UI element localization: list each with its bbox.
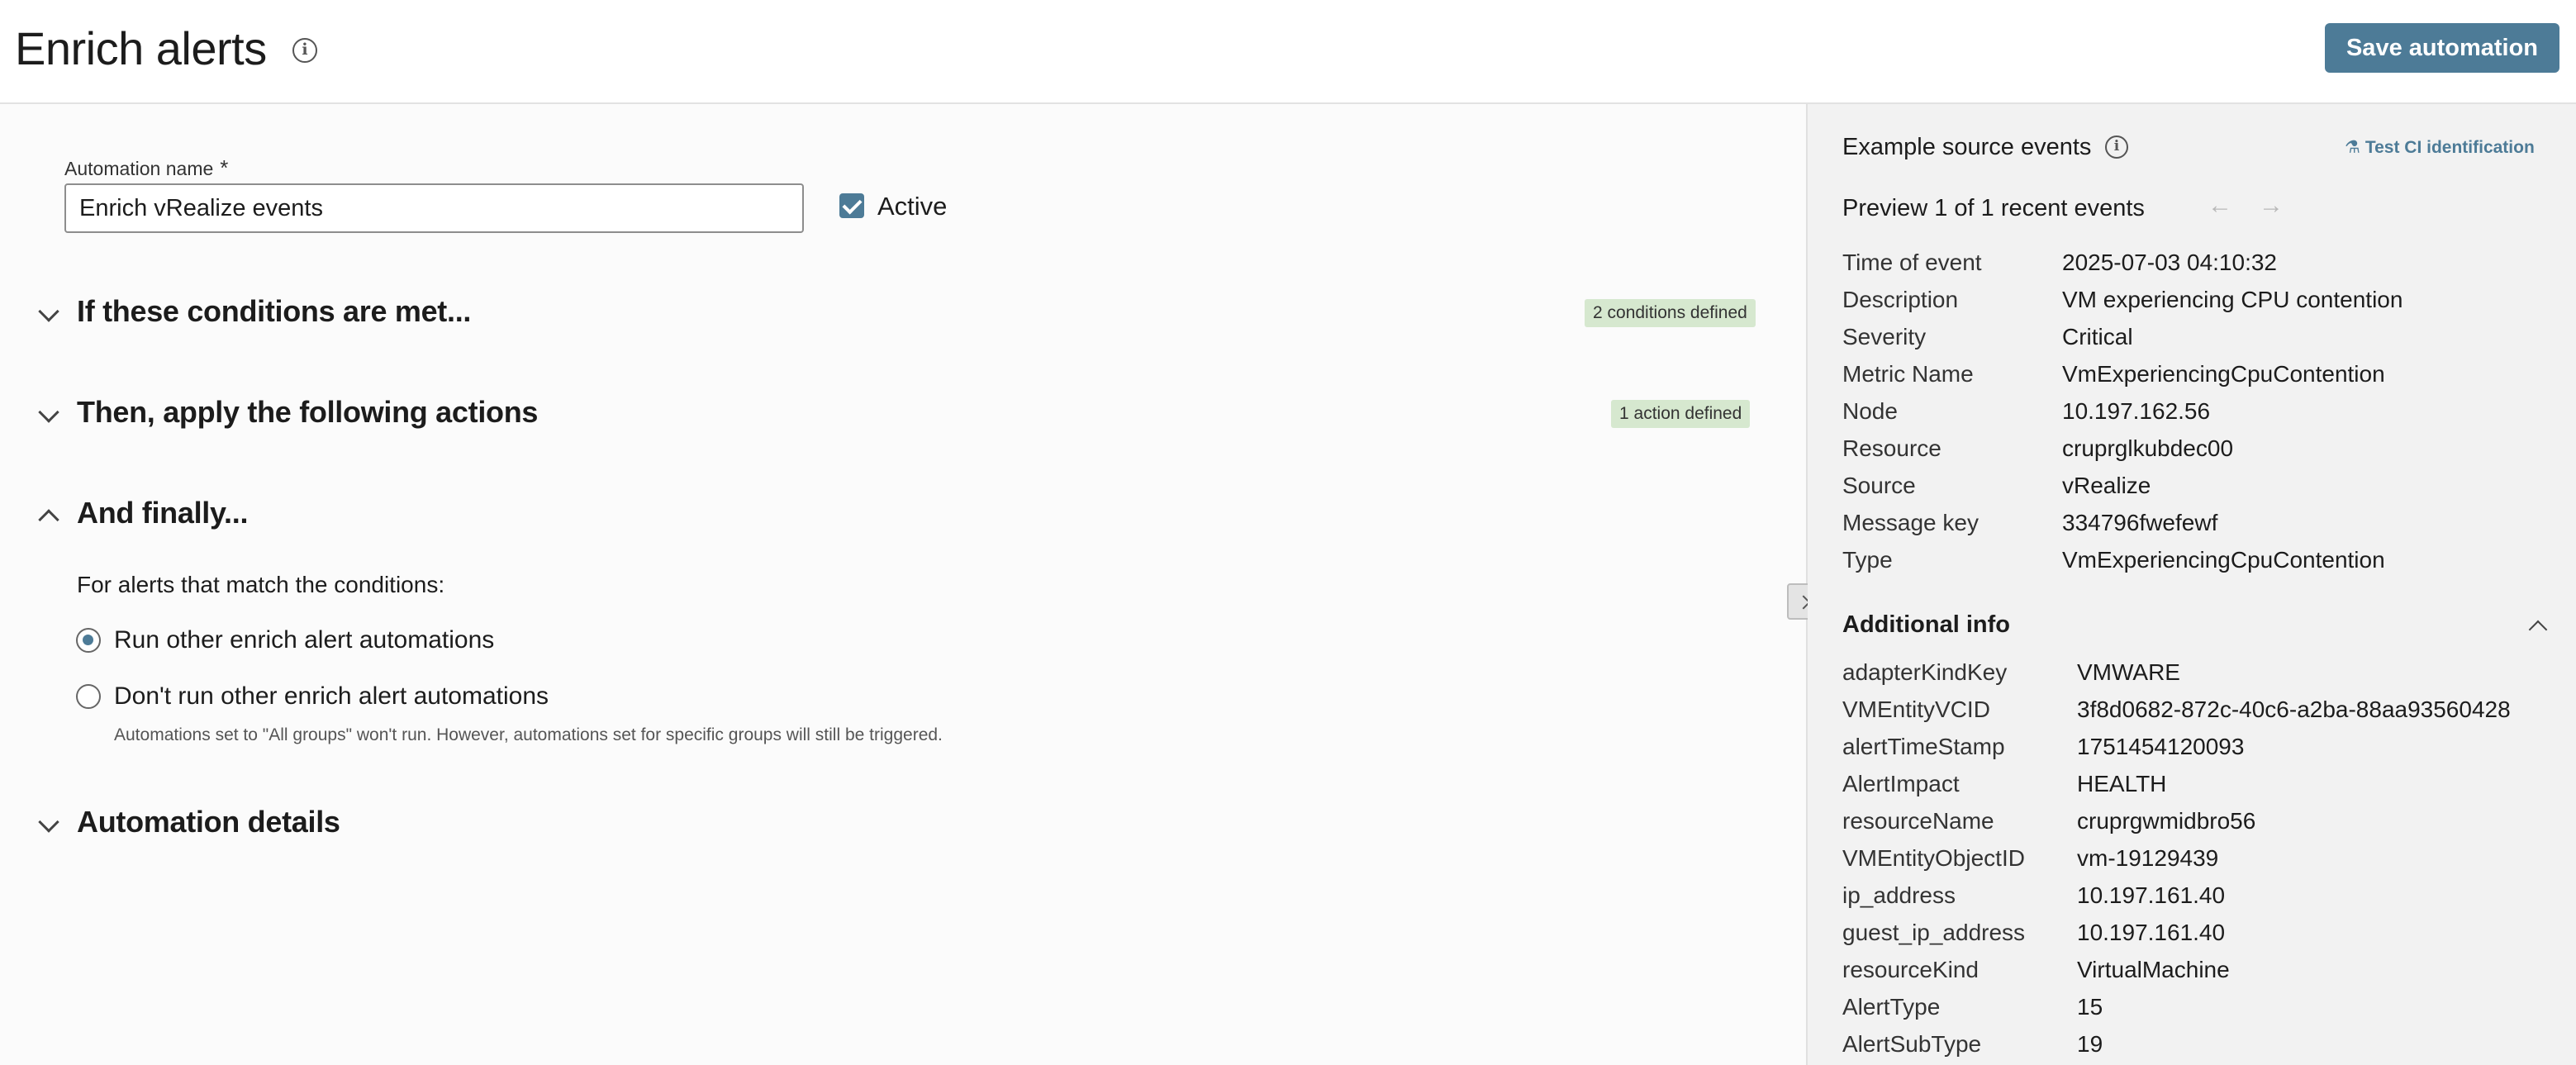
event-field-value: 3f8d0682-872c-40c6-a2ba-88aa93560428 xyxy=(2077,697,2511,722)
additional-info-title[interactable]: Additional info xyxy=(1842,611,2010,639)
event-field-key: Type xyxy=(1842,547,1893,573)
event-field-key: VMEntityVCID xyxy=(1842,697,1990,722)
chevron-up-icon xyxy=(38,509,59,530)
event-field-value: HEALTH xyxy=(2077,771,2167,796)
event-field-value: VirtualMachine xyxy=(2077,957,2230,982)
arrow-right-icon[interactable]: → xyxy=(2259,192,2284,220)
run-automations-radio[interactable] xyxy=(76,628,101,653)
event-field-value: VMWARE xyxy=(2077,659,2180,685)
test-ci-link-text: Test CI identification xyxy=(2365,138,2535,157)
active-checkbox[interactable] xyxy=(839,193,864,218)
automation-name-label-text: Automation name xyxy=(64,158,214,179)
dont-run-help-text: Automations set to "All groups" won't ru… xyxy=(114,725,943,744)
info-icon[interactable]: i xyxy=(2105,136,2128,159)
event-field-key: guest_ip_address xyxy=(1842,920,2026,945)
event-field-key: AlertImpact xyxy=(1842,771,1960,796)
event-field-value: 10.197.161.40 xyxy=(2077,882,2226,908)
save-automation-button[interactable]: Save automation xyxy=(2325,23,2559,73)
section-actions[interactable]: Then, apply the following actions 1 acti… xyxy=(0,385,1806,443)
section-actions-title: Then, apply the following actions xyxy=(77,395,539,429)
event-field-value: 10.197.162.56 xyxy=(2062,398,2211,424)
event-field-key: alertTimeStamp xyxy=(1842,734,2005,759)
event-field-key: Time of event xyxy=(1842,250,1982,275)
required-asterisk: * xyxy=(220,155,229,180)
arrow-left-icon[interactable]: ← xyxy=(2208,192,2232,220)
event-field-value: 2025-07-03 04:10:32 xyxy=(2062,250,2277,275)
example-events-panel: Example source events i ⚗ Test CI identif… xyxy=(1808,104,2576,1065)
event-field-key: adapterKindKey xyxy=(1842,659,2008,685)
section-finally-title: And finally... xyxy=(77,496,249,530)
run-automations-label[interactable]: Run other enrich alert automations xyxy=(114,626,494,654)
section-automation-details[interactable]: Automation details xyxy=(0,795,1806,853)
event-field-key: AlertType xyxy=(1842,994,1941,1020)
event-field-value: cruprgwmidbro56 xyxy=(2077,808,2256,834)
event-field-key: resourceName xyxy=(1842,808,1994,834)
event-field-key: Node xyxy=(1842,398,1898,424)
event-field-key: Description xyxy=(1842,287,1959,312)
page-header: Enrich alerts i Save automation xyxy=(0,0,2576,104)
dont-run-automations-radio[interactable] xyxy=(76,684,101,709)
info-icon[interactable]: i xyxy=(292,38,317,63)
dont-run-automations-label[interactable]: Don't run other enrich alert automations xyxy=(114,682,549,711)
automation-name-label: Automation name * xyxy=(64,155,228,181)
event-field-value: 19 xyxy=(2077,1031,2103,1057)
test-ci-identification-link[interactable]: ⚗ Test CI identification xyxy=(2345,137,2535,158)
event-field-key: VMEntityObjectID xyxy=(1842,845,2025,871)
section-details-title: Automation details xyxy=(77,805,340,839)
event-field-value: 1751454120093 xyxy=(2077,734,2245,759)
event-field-key: Severity xyxy=(1842,324,1927,349)
event-field-key: resourceKind xyxy=(1842,957,1979,982)
event-field-key: Metric Name xyxy=(1842,361,1974,387)
page-title: Enrich alerts xyxy=(15,22,267,74)
event-field-value: VmExperiencingCpuContention xyxy=(2062,361,2385,387)
automation-form-panel: Automation name * Active If these conditi… xyxy=(0,104,1806,1065)
preview-count: Preview 1 of 1 recent events xyxy=(1842,195,2145,221)
chevron-up-icon[interactable] xyxy=(2528,620,2548,639)
event-field-key: Resource xyxy=(1842,435,1942,461)
chevron-down-icon xyxy=(38,811,59,833)
event-field-value: VmExperiencingCpuContention xyxy=(2062,547,2385,573)
event-field-value: 334796fwefewf xyxy=(2062,510,2218,535)
section-conditions-title: If these conditions are met... xyxy=(77,294,472,328)
event-field-key: ip_address xyxy=(1842,882,1956,908)
event-field-value: vRealize xyxy=(2062,473,2151,498)
section-finally[interactable]: And finally... xyxy=(0,486,1806,544)
example-events-title: Example source events xyxy=(1842,134,2092,160)
event-field-key: Message key xyxy=(1842,510,1979,535)
chevron-down-icon xyxy=(38,402,59,423)
conditions-count-badge: 2 conditions defined xyxy=(1585,299,1756,327)
event-field-value: cruprglkubdec00 xyxy=(2062,435,2234,461)
event-field-key: AlertSubType xyxy=(1842,1031,1982,1057)
event-field-value: 15 xyxy=(2077,994,2103,1020)
actions-count-badge: 1 action defined xyxy=(1611,400,1751,428)
event-field-value: vm-19129439 xyxy=(2077,845,2219,871)
section-conditions[interactable]: If these conditions are met... 2 conditi… xyxy=(0,284,1806,342)
match-conditions-label: For alerts that match the conditions: xyxy=(77,572,445,597)
chevron-down-icon xyxy=(38,301,59,322)
event-field-key: Source xyxy=(1842,473,1916,498)
flask-icon: ⚗ xyxy=(2345,138,2360,157)
active-checkbox-label[interactable]: Active xyxy=(877,192,947,221)
automation-name-input[interactable] xyxy=(64,183,804,233)
event-field-value: Critical xyxy=(2062,324,2133,349)
event-field-value: VM experiencing CPU contention xyxy=(2062,287,2403,312)
event-field-value: 10.197.161.40 xyxy=(2077,920,2226,945)
